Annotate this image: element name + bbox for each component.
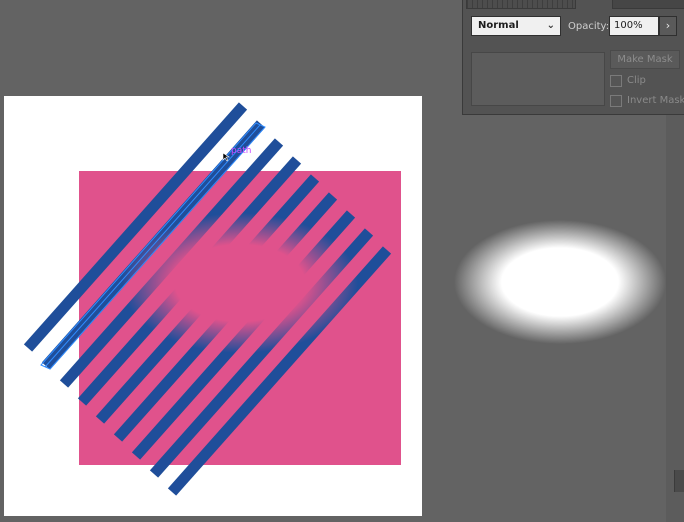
invert-mask-checkbox[interactable] — [610, 95, 622, 107]
transparency-panel: Normal ⌄ Opacity: 100% › Make Mask Clip … — [462, 0, 684, 115]
workspace: path Normal ⌄ Opacity: 100% › Make Mask … — [0, 0, 684, 522]
white-gradient-ellipse[interactable] — [454, 220, 666, 344]
opacity-label: Opacity: — [568, 21, 610, 32]
clip-checkbox[interactable] — [610, 75, 622, 87]
blend-mode-select[interactable]: Normal ⌄ — [471, 16, 561, 36]
make-mask-button[interactable]: Make Mask — [610, 50, 680, 69]
right-scroll-area — [666, 115, 684, 522]
collapsed-panel-tab[interactable] — [674, 470, 684, 492]
opacity-input[interactable]: 100% — [609, 16, 659, 36]
panel-top-strip — [463, 0, 684, 9]
path-hover-label: path — [231, 146, 251, 156]
panel-ruler — [466, 0, 576, 9]
invert-mask-label: Invert Mask — [627, 95, 684, 106]
opacity-slider-arrow-button[interactable]: › — [659, 16, 677, 36]
panel-slot — [612, 0, 684, 9]
object-thumbnail — [471, 52, 605, 106]
clip-label: Clip — [627, 75, 646, 86]
chevron-down-icon: ⌄ — [546, 20, 555, 31]
blend-mode-value: Normal — [478, 20, 519, 31]
